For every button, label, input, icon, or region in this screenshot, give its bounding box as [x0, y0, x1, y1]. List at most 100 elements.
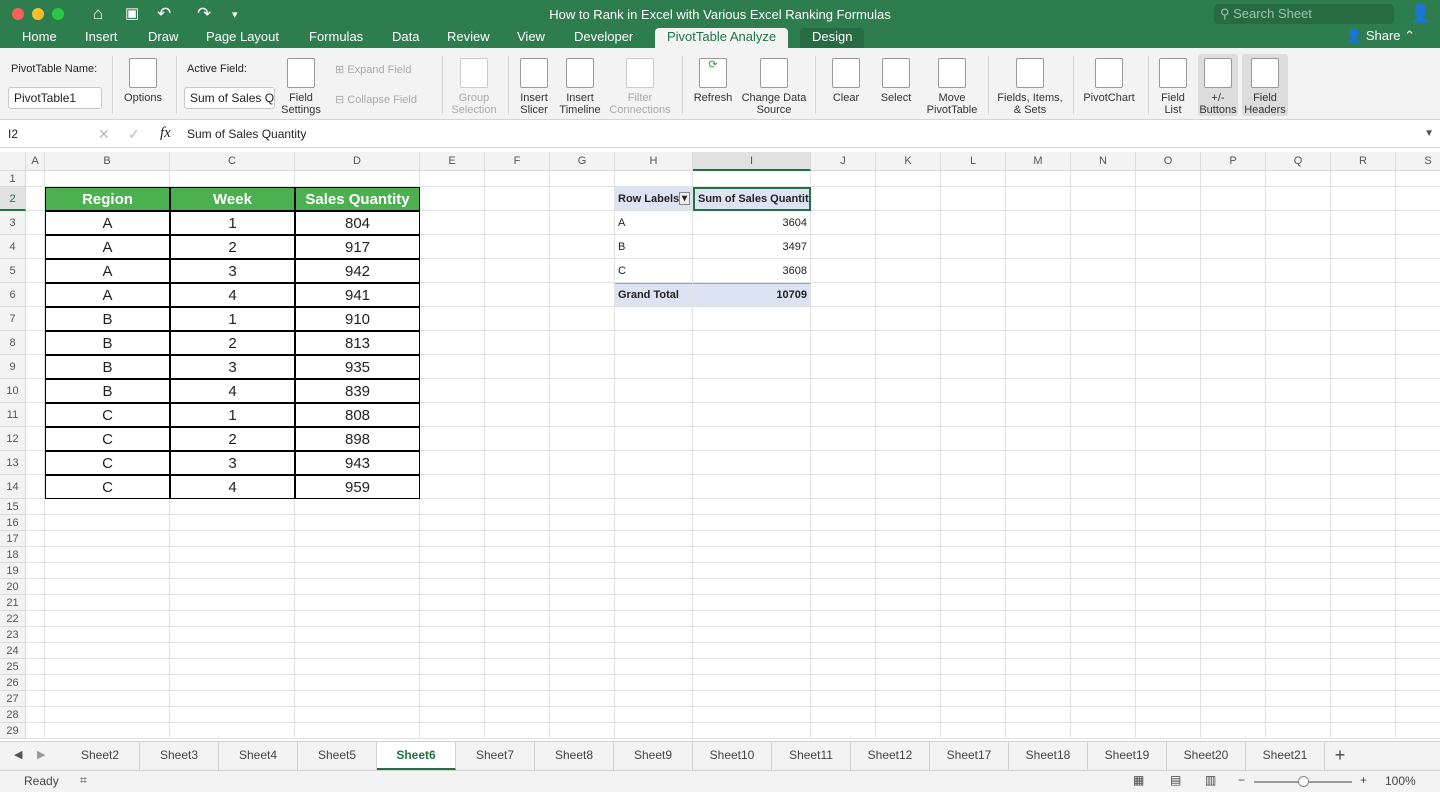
cell[interactable]: [420, 563, 485, 579]
cell[interactable]: [26, 579, 45, 595]
cell[interactable]: [550, 451, 615, 475]
cell[interactable]: [1331, 691, 1396, 707]
cell[interactable]: [876, 515, 941, 531]
cell[interactable]: [693, 531, 811, 547]
row-header-12[interactable]: 12: [0, 427, 26, 451]
sheet-tab-sheet20[interactable]: Sheet20: [1167, 742, 1246, 770]
cell[interactable]: [26, 259, 45, 283]
cell[interactable]: [485, 611, 550, 627]
cell[interactable]: [1136, 723, 1201, 739]
cell[interactable]: [485, 283, 550, 307]
name-box[interactable]: I2: [4, 124, 84, 145]
row-header-10[interactable]: 10: [0, 379, 26, 403]
cell[interactable]: [1266, 259, 1331, 283]
row-header-20[interactable]: 20: [0, 579, 26, 595]
row-header-11[interactable]: 11: [0, 403, 26, 427]
change-data-source-button[interactable]: Change Data Source: [740, 58, 808, 116]
cell[interactable]: [693, 331, 811, 355]
cell[interactable]: [170, 515, 295, 531]
row-header-6[interactable]: 6: [0, 283, 26, 307]
cell[interactable]: [811, 659, 876, 675]
cell[interactable]: [26, 515, 45, 531]
cell[interactable]: [1201, 707, 1266, 723]
cell[interactable]: [615, 691, 693, 707]
cell[interactable]: [693, 675, 811, 691]
row-header-27[interactable]: 27: [0, 691, 26, 707]
row-header-28[interactable]: 28: [0, 707, 26, 723]
cell[interactable]: [550, 187, 615, 211]
insert-slicer-button[interactable]: Insert Slicer: [514, 58, 554, 116]
cell[interactable]: [693, 563, 811, 579]
cell[interactable]: [811, 307, 876, 331]
cell[interactable]: [811, 707, 876, 723]
row-header-18[interactable]: 18: [0, 547, 26, 563]
cell[interactable]: [485, 499, 550, 515]
cell[interactable]: [1071, 235, 1136, 259]
cell[interactable]: [26, 307, 45, 331]
cell[interactable]: [1136, 611, 1201, 627]
cell[interactable]: [941, 187, 1006, 211]
cell[interactable]: [485, 187, 550, 211]
expand-formula-bar-icon[interactable]: ▼: [1424, 128, 1434, 139]
cell[interactable]: [1331, 379, 1396, 403]
cell[interactable]: [45, 643, 170, 659]
sheet-tab-sheet19[interactable]: Sheet19: [1088, 742, 1167, 770]
pivot-value[interactable]: 3608: [693, 259, 811, 283]
cell[interactable]: [811, 547, 876, 563]
cell[interactable]: [45, 515, 170, 531]
row-header-2[interactable]: 2: [0, 187, 26, 211]
cell[interactable]: [1396, 595, 1440, 611]
cell[interactable]: [420, 627, 485, 643]
cell[interactable]: [26, 235, 45, 259]
cell[interactable]: [550, 531, 615, 547]
cell[interactable]: [1331, 283, 1396, 307]
table-cell[interactable]: 2: [170, 331, 295, 355]
cell[interactable]: [811, 259, 876, 283]
cell[interactable]: [420, 379, 485, 403]
cell[interactable]: [420, 235, 485, 259]
cell[interactable]: [485, 171, 550, 187]
cell[interactable]: [420, 307, 485, 331]
pivot-grand-total-value[interactable]: 10709: [693, 283, 811, 307]
tab-home[interactable]: Home: [10, 28, 69, 48]
cell[interactable]: [420, 211, 485, 235]
cell[interactable]: [1396, 643, 1440, 659]
column-header-F[interactable]: F: [485, 152, 550, 171]
row-header-13[interactable]: 13: [0, 451, 26, 475]
cell[interactable]: [26, 611, 45, 627]
table-cell[interactable]: 935: [295, 355, 420, 379]
sheet-tab-sheet21[interactable]: Sheet21: [1246, 742, 1325, 770]
cell[interactable]: [420, 611, 485, 627]
cell[interactable]: [45, 579, 170, 595]
cell[interactable]: [1201, 475, 1266, 499]
row-header-24[interactable]: 24: [0, 643, 26, 659]
cell[interactable]: [1266, 611, 1331, 627]
cell[interactable]: [876, 595, 941, 611]
zoom-in-icon[interactable]: +: [1360, 773, 1367, 787]
cell[interactable]: [295, 723, 420, 739]
filter-connections-button[interactable]: Filter Connections: [606, 58, 674, 116]
cell[interactable]: [1006, 331, 1071, 355]
cell[interactable]: [420, 355, 485, 379]
cell[interactable]: [1136, 259, 1201, 283]
cell[interactable]: [1006, 307, 1071, 331]
cell[interactable]: [1331, 307, 1396, 331]
cell[interactable]: [1201, 547, 1266, 563]
cell[interactable]: [811, 627, 876, 643]
cell[interactable]: [941, 707, 1006, 723]
cell[interactable]: [941, 403, 1006, 427]
cell[interactable]: [485, 659, 550, 675]
cell[interactable]: [420, 723, 485, 739]
cell[interactable]: [485, 531, 550, 547]
cell[interactable]: [170, 531, 295, 547]
cell[interactable]: [1136, 499, 1201, 515]
active-field-input[interactable]: Sum of Sales Quantity: [184, 87, 275, 109]
cell[interactable]: [26, 427, 45, 451]
column-header-B[interactable]: B: [45, 152, 170, 171]
cell[interactable]: [485, 379, 550, 403]
cell[interactable]: [1071, 579, 1136, 595]
table-cell[interactable]: 804: [295, 211, 420, 235]
cell[interactable]: [1006, 563, 1071, 579]
cell[interactable]: [170, 547, 295, 563]
cell[interactable]: [1266, 355, 1331, 379]
